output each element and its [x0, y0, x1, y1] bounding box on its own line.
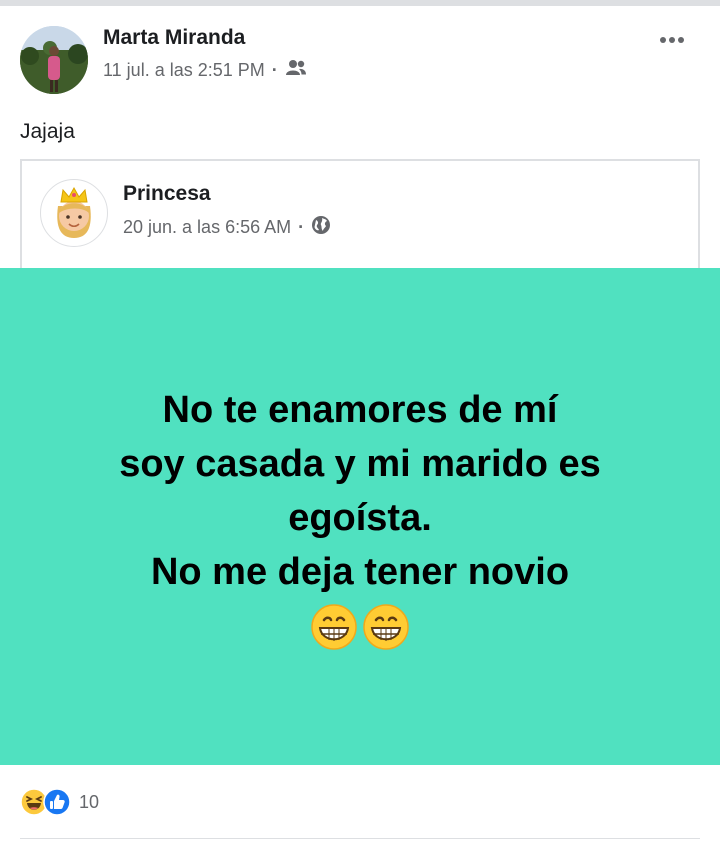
- author-name[interactable]: Marta Miranda: [103, 26, 245, 50]
- post-header: Marta Miranda 11 jul. a las 2:51 PM ·: [20, 24, 700, 94]
- author-avatar[interactable]: [20, 26, 88, 94]
- shared-author-name[interactable]: Princesa: [123, 182, 211, 206]
- post-timestamp[interactable]: 11 jul. a las 2:51 PM: [103, 60, 265, 81]
- emoji-line: [40, 603, 680, 651]
- reactions-summary[interactable]: 10: [20, 786, 99, 818]
- image-text-line: egoísta.: [288, 496, 432, 539]
- avatar-photo: [20, 26, 88, 94]
- image-text: No te enamores de mí soy casada y mi mar…: [40, 383, 680, 651]
- shared-post-card[interactable]: Princesa 20 jun. a las 6:56 AM ·: [20, 159, 700, 269]
- image-text-line: soy casada y mi marido es: [119, 442, 601, 485]
- meta-separator: ·: [298, 217, 305, 237]
- meta-separator: ·: [271, 60, 278, 80]
- shared-post-meta: 20 jun. a las 6:56 AM ·: [123, 215, 331, 240]
- reaction-icons: [20, 788, 71, 816]
- grinning-face-icon: [311, 603, 357, 650]
- friends-icon[interactable]: [285, 59, 307, 82]
- princess-emoji-icon: [57, 186, 91, 238]
- more-options-button[interactable]: [654, 26, 690, 54]
- bottom-divider: [20, 838, 700, 839]
- post-text: Jajaja: [20, 120, 75, 143]
- post-meta: 11 jul. a las 2:51 PM ·: [103, 59, 307, 82]
- like-reaction-icon: [43, 788, 71, 816]
- globe-icon[interactable]: [311, 215, 331, 240]
- shared-post-timestamp[interactable]: 20 jun. a las 6:56 AM: [123, 217, 291, 238]
- shared-author-avatar[interactable]: [40, 179, 108, 247]
- image-text-line: No me deja tener novio: [150, 550, 570, 593]
- reaction-count[interactable]: 10: [79, 792, 99, 813]
- top-divider: [0, 0, 720, 6]
- grinning-face-icon: [363, 603, 409, 650]
- image-text-line: No te enamores de mí: [162, 388, 558, 431]
- shared-post-image[interactable]: No te enamores de mí soy casada y mi mar…: [0, 268, 720, 765]
- more-horizontal-icon: [660, 37, 666, 43]
